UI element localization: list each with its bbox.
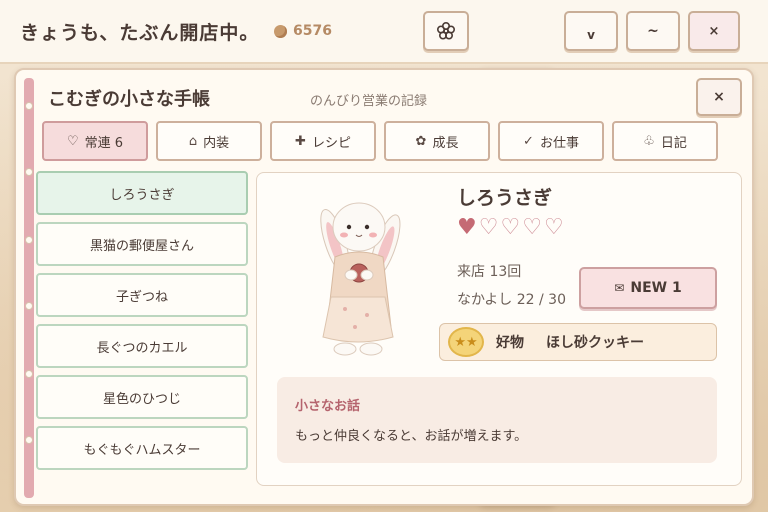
story-title: 小さなお話: [295, 399, 361, 414]
tab-jobs[interactable]: ✓ お仕事: [498, 121, 604, 161]
visit-count: 来店 13回: [457, 264, 522, 280]
binder-hole: [25, 168, 33, 176]
favorite-value: ほし砂クッキー: [546, 335, 644, 351]
coin-count: 6576: [293, 23, 332, 39]
character-name: しろうさぎ: [457, 187, 553, 209]
tab-regulars[interactable]: ♡ 常連 6: [42, 121, 148, 161]
binder-hole: [25, 236, 33, 244]
list-item-star-sheep[interactable]: 星色のひつじ: [36, 375, 248, 419]
top-bar: きょうも、たぶん開店中。 6576 手帳 v ~ ×: [0, 0, 768, 506]
rabbit-portrait: [320, 202, 401, 356]
tab-label: レシピ: [311, 135, 351, 151]
coin-icon: [274, 25, 287, 38]
envelope-icon: ✉: [614, 281, 625, 295]
notebook-spine: [24, 78, 34, 498]
tab-label: 日記: [660, 135, 687, 151]
heart-empty-icon: ♡: [500, 215, 521, 240]
notebook-title: こむぎの小さな手帳: [48, 89, 210, 110]
game-title: きょうも、たぶん開店中。: [20, 22, 260, 44]
tab-interior[interactable]: ⌂ 内装: [156, 121, 262, 161]
heart-empty-icon: ♡: [543, 215, 564, 240]
star-cookie-icon: ★★: [448, 327, 484, 357]
character-detail: しろうさぎ ♥ ♡ ♡ ♡ ♡ 来店 13回 なかよし 22 / 30 ✉ NE…: [256, 172, 742, 486]
favorite-label: 好物: [496, 335, 524, 351]
tab-label: 内装: [203, 135, 230, 151]
collapse-button[interactable]: v: [564, 11, 618, 51]
tab-growth[interactable]: ✿ 成長: [384, 121, 490, 161]
heart-filled-icon: ♥: [457, 215, 477, 240]
tab-label: 成長: [432, 135, 459, 151]
clover-icon: ♧: [643, 133, 655, 149]
list-item-black-cat-mail[interactable]: 黒猫の郵便屋さん: [36, 222, 248, 266]
notebook-subtitle: のんびり営業の記録: [310, 94, 428, 109]
notebook-panel: こむぎの小さな手帳 のんびり営業の記録 × ♡ 常連 6 ⌂ 内装 ✚ レシピ …: [14, 68, 754, 506]
story-box: 小さなお話 もっと仲良くなると、お話が増えます。: [277, 377, 717, 463]
close-button[interactable]: ×: [688, 11, 740, 51]
tab-diary[interactable]: ♧ 日記: [612, 121, 718, 161]
minimize-button[interactable]: ~: [626, 11, 680, 51]
notebook-close-button[interactable]: ×: [696, 78, 742, 116]
new-label: NEW 1: [630, 280, 682, 296]
list-item-hamster[interactable]: もぐもぐハムスター: [36, 426, 248, 470]
tab-recipes[interactable]: ✚ レシピ: [270, 121, 376, 161]
binder-hole: [25, 436, 33, 444]
story-text: もっと仲良くなると、お話が増えます。: [295, 429, 528, 444]
heart-empty-icon: ♡: [478, 215, 499, 240]
tab-label: お仕事: [539, 135, 579, 151]
house-icon: ⌂: [188, 133, 198, 149]
flower-icon: [436, 21, 456, 40]
heart-empty-icon: ♡: [522, 215, 542, 240]
favorite-food-row: ★★ 好物 ほし砂クッキー: [439, 323, 717, 361]
affection-hearts: ♥ ♡ ♡ ♡ ♡: [457, 217, 564, 239]
new-message-button[interactable]: ✉ NEW 1: [579, 267, 717, 309]
checkmark-icon: ✓: [523, 133, 534, 149]
binder-hole: [25, 302, 33, 310]
binder-hole: [25, 370, 33, 378]
settings-button[interactable]: [423, 11, 469, 51]
tab-label: 常連 6: [84, 135, 124, 151]
binder-hole: [25, 102, 33, 110]
heart-icon: ♡: [66, 133, 79, 149]
flower-icon: ✿: [415, 133, 427, 149]
sparkle-icon: ✚: [295, 133, 306, 149]
list-item-white-rabbit[interactable]: しろうさぎ: [36, 171, 248, 215]
list-item-little-fox[interactable]: 子ぎつね: [36, 273, 248, 317]
list-item-frog[interactable]: 長ぐつのカエル: [36, 324, 248, 368]
friendship-level: なかよし 22 / 30: [457, 292, 566, 308]
